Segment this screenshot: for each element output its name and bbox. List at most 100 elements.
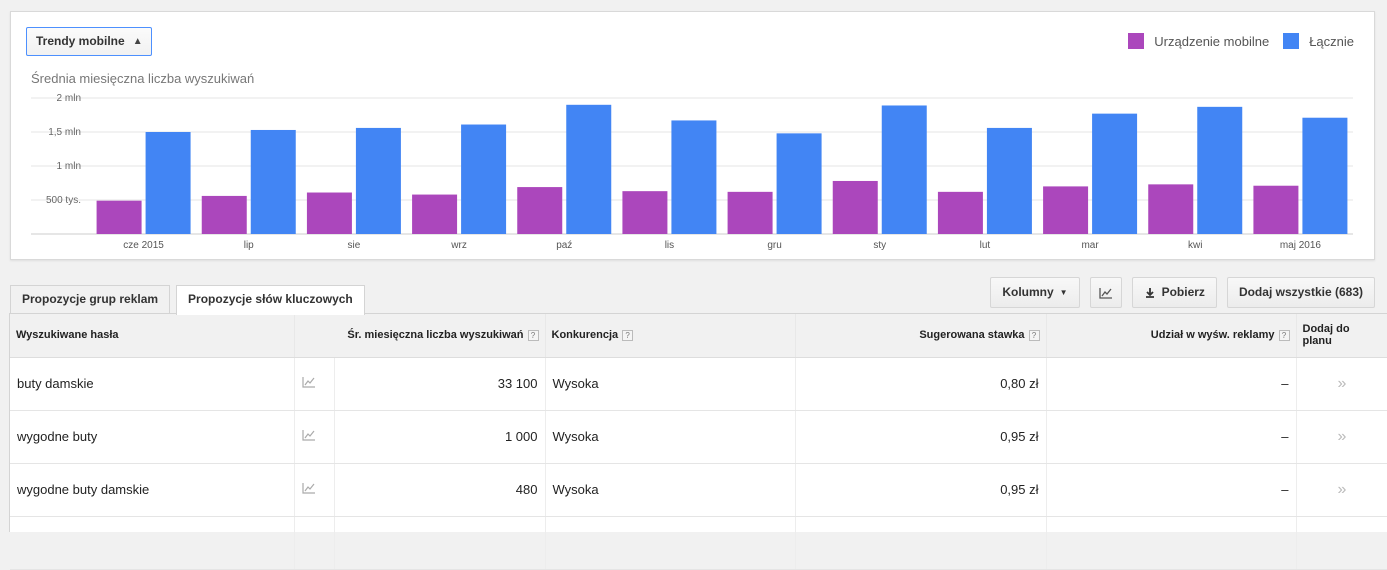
bar-mobile bbox=[832, 180, 878, 234]
header-competition-label: Konkurencja bbox=[551, 329, 619, 342]
x-tick-label: cze 2015 bbox=[123, 240, 164, 251]
y-tick-label: 1 mln bbox=[57, 161, 81, 172]
header-competition[interactable]: Konkurencja? bbox=[545, 314, 796, 358]
bar-mobile bbox=[937, 191, 983, 234]
header-searches-label: Śr. miesięczna liczba wyszukiwań bbox=[347, 329, 524, 342]
add-all-button[interactable]: Dodaj wszystkie (683) bbox=[1226, 277, 1375, 308]
trend-cell bbox=[294, 357, 335, 411]
header-add-label: Dodaj do planu bbox=[1302, 323, 1350, 348]
columns-label: Kolumny bbox=[1002, 285, 1054, 299]
bid-cell: 0,80 zł bbox=[795, 357, 1047, 411]
bar-total bbox=[671, 120, 717, 234]
toolbar: Kolumny ▼ Pobierz Dodaj wszystkie (683) bbox=[990, 277, 1375, 308]
table-row: wygodne buty 1 000 Wysoka 0,95 zł – » bbox=[10, 410, 1387, 464]
help-icon[interactable]: ? bbox=[1028, 329, 1040, 341]
keyword-cell: wygodne buty bbox=[10, 410, 295, 464]
competition-cell: Wysoka bbox=[545, 463, 796, 517]
header-bid-label: Sugerowana stawka bbox=[919, 329, 1025, 342]
y-tick-label: 2 mln bbox=[57, 93, 81, 104]
keyword-cell: wygodne buty damskie bbox=[10, 463, 295, 517]
columns-button[interactable]: Kolumny ▼ bbox=[990, 277, 1080, 308]
keyword-table-container: Wyszukiwane hasła Śr. miesięczna liczba … bbox=[9, 313, 1387, 570]
x-tick-label: lip bbox=[244, 240, 254, 251]
y-tick-label: 500 tys. bbox=[46, 195, 81, 206]
x-tick-label: lis bbox=[665, 240, 674, 251]
line-chart-icon bbox=[1098, 287, 1112, 299]
tab-keyword-ideas[interactable]: Propozycje słów kluczowych bbox=[176, 285, 365, 315]
chart-card: Trendy mobilne ▲ Urządzenie mobilne Łącz… bbox=[10, 11, 1375, 260]
bar-mobile bbox=[1148, 184, 1194, 234]
download-icon bbox=[1145, 287, 1154, 298]
x-tick-label: wrz bbox=[450, 240, 467, 251]
add-to-plan-icon[interactable]: » bbox=[1296, 357, 1387, 411]
bar-total bbox=[355, 127, 401, 234]
help-icon[interactable]: ? bbox=[1278, 329, 1290, 341]
x-tick-label: sty bbox=[873, 240, 886, 251]
line-chart-icon[interactable] bbox=[301, 376, 316, 388]
table-header-row: Wyszukiwane hasła Śr. miesięczna liczba … bbox=[10, 314, 1387, 358]
keyword-table: Wyszukiwane hasła Śr. miesięczna liczba … bbox=[10, 314, 1387, 570]
bar-mobile bbox=[306, 192, 352, 234]
table-row: buty damskie 33 100 Wysoka 0,80 zł – » bbox=[10, 357, 1387, 411]
share-cell: – bbox=[1046, 357, 1297, 411]
x-tick-label: sie bbox=[348, 240, 361, 251]
tab-ad-group-ideas[interactable]: Propozycje grup reklam bbox=[10, 285, 171, 314]
share-cell: – bbox=[1046, 463, 1297, 517]
bar-mobile bbox=[727, 191, 773, 234]
line-chart-icon[interactable] bbox=[301, 482, 316, 494]
bar-total bbox=[566, 104, 612, 234]
bar-total bbox=[776, 133, 822, 234]
x-tick-label: mar bbox=[1081, 240, 1099, 251]
chart-toggle-button[interactable] bbox=[1089, 277, 1122, 308]
header-share-label: Udział w wyśw. reklamy bbox=[1150, 329, 1275, 342]
header-keyword-label: Wyszukiwane hasła bbox=[16, 329, 119, 342]
bar-total bbox=[145, 132, 191, 234]
header-keyword[interactable]: Wyszukiwane hasła bbox=[10, 314, 295, 358]
bar-mobile bbox=[622, 191, 668, 234]
bar-mobile bbox=[96, 200, 142, 234]
bar-total bbox=[250, 129, 296, 234]
add-to-plan-icon[interactable]: » bbox=[1296, 410, 1387, 464]
bid-cell: 0,95 zł bbox=[795, 463, 1047, 517]
trend-cell bbox=[294, 410, 335, 464]
download-label: Pobierz bbox=[1161, 285, 1205, 299]
bar-total bbox=[461, 124, 507, 234]
bar-chart: 500 tys. 1 mln 1,5 mln 2 mln cze 2015 lip sie w… bbox=[31, 93, 1353, 251]
bar-total bbox=[1197, 106, 1243, 234]
trend-cell bbox=[294, 463, 335, 517]
x-tick-label: lut bbox=[980, 240, 991, 251]
bar-total bbox=[1092, 113, 1138, 234]
table-row bbox=[10, 516, 1387, 570]
searches-cell: 1 000 bbox=[334, 410, 546, 464]
bar-total bbox=[1302, 117, 1348, 234]
help-icon[interactable]: ? bbox=[527, 329, 539, 341]
header-searches[interactable]: Śr. miesięczna liczba wyszukiwań? bbox=[294, 314, 546, 358]
share-cell: – bbox=[1046, 410, 1297, 464]
add-all-label: Dodaj wszystkie (683) bbox=[1238, 285, 1363, 299]
searches-cell: 33 100 bbox=[334, 357, 546, 411]
header-add: Dodaj do planu bbox=[1296, 314, 1387, 358]
bar-mobile bbox=[412, 194, 458, 234]
x-tick-label: paź bbox=[556, 240, 572, 251]
download-button[interactable]: Pobierz bbox=[1131, 277, 1217, 308]
bar-mobile bbox=[201, 195, 247, 234]
x-tick-label: kwi bbox=[1188, 240, 1202, 251]
header-bid[interactable]: Sugerowana stawka? bbox=[795, 314, 1047, 358]
line-chart-icon[interactable] bbox=[301, 429, 316, 441]
searches-cell: 480 bbox=[334, 463, 546, 517]
keyword-cell: buty damskie bbox=[10, 357, 295, 411]
x-tick-label: gru bbox=[767, 240, 781, 251]
header-share[interactable]: Udział w wyśw. reklamy? bbox=[1046, 314, 1297, 358]
caret-down-icon: ▼ bbox=[1059, 288, 1068, 297]
bar-mobile bbox=[517, 187, 563, 234]
help-icon[interactable]: ? bbox=[622, 329, 634, 341]
y-tick-label: 1,5 mln bbox=[48, 127, 81, 138]
x-tick-label: maj 2016 bbox=[1280, 240, 1322, 251]
tab-bar: Propozycje grup reklam Propozycje słów k… bbox=[10, 285, 365, 315]
competition-cell: Wysoka bbox=[545, 357, 796, 411]
table-row: wygodne buty damskie 480 Wysoka 0,95 zł … bbox=[10, 463, 1387, 517]
add-to-plan-icon[interactable]: » bbox=[1296, 463, 1387, 517]
bar-mobile bbox=[1043, 186, 1089, 234]
bar-mobile bbox=[1253, 185, 1299, 234]
competition-cell: Wysoka bbox=[545, 410, 796, 464]
